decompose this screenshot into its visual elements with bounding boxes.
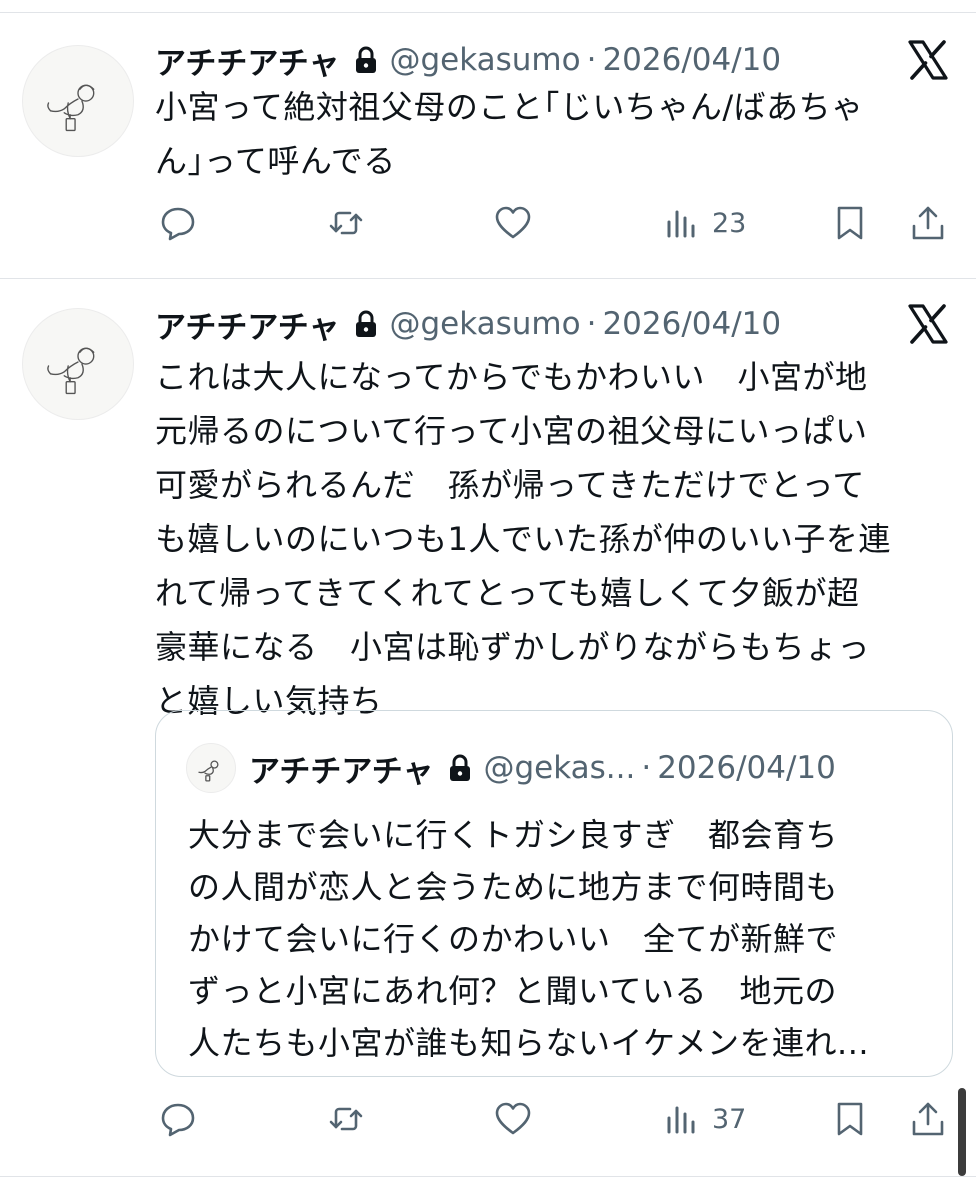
tweet-2[interactable]: アチチアチャ @gekasumo · 2026/04/10 これは大人になってか… (0, 0, 976, 1176)
quoted-tweet-header: アチチアチャ @gekas... · 2026/04/10 (249, 745, 836, 791)
text-line: 豪華になる 小宮は恥ずかしがりながらもちょっ (155, 628, 871, 666)
tweet-header: アチチアチャ @gekasumo · 2026/04/10 (155, 302, 781, 346)
quoted-author-handle: @gekas... (483, 750, 636, 786)
quoted-author-avatar (186, 743, 236, 793)
separator-dot: · (641, 750, 652, 786)
share-icon (912, 1102, 944, 1136)
bookmark-icon (837, 1102, 863, 1136)
avatar-sketch-image (47, 347, 95, 395)
text-line: かけて会いに行くのかわいい 全てが新鮮で (188, 920, 839, 958)
views-icon (667, 1106, 695, 1134)
like-icon (495, 1102, 531, 1135)
x-logo-icon[interactable] (906, 302, 950, 346)
quoted-author-name: アチチアチャ (249, 753, 434, 790)
text-line: れて帰ってきてくれてとっても嬉しくて夕飯が超 (155, 574, 860, 612)
avatar-sketch-image (198, 760, 219, 782)
action-bar: 37 (0, 1094, 976, 1144)
text-line: 人たちも小宮が誰も知らないイケメンを連れ... (188, 1024, 870, 1062)
scrollbar-thumb[interactable] (958, 1088, 966, 1176)
lock-icon (356, 310, 377, 337)
retweet-button[interactable] (327, 1094, 365, 1144)
quoted-tweet-date: 2026/04/10 (657, 750, 836, 786)
views-count: 37 (712, 1103, 747, 1135)
text-line: も嬉しいのにいつも1人でいた孫が仲のいい子を連 (155, 520, 891, 558)
bookmark-button[interactable] (831, 1094, 869, 1144)
text-line: 大分まで会いに行くトガシ良すぎ 都会育ち (188, 816, 839, 854)
share-button[interactable] (909, 1094, 947, 1144)
bottom-divider (0, 1176, 976, 1177)
tweet-date[interactable]: 2026/04/10 (602, 306, 781, 342)
reply-button[interactable] (159, 1094, 197, 1144)
views-button[interactable]: 37 (662, 1094, 746, 1144)
author-avatar[interactable] (22, 308, 134, 420)
tweet-text: これは大人になってからでもかわいい 小宮が地 元帰るのについて行って小宮の祖父母… (155, 350, 955, 728)
quoted-tweet[interactable]: アチチアチャ @gekas... · 2026/04/10 大分まで会いに行くト… (155, 710, 953, 1077)
text-line: 可愛がられるんだ 孫が帰ってきただけでとって (155, 466, 865, 504)
text-line: 元帰るのについて行って小宮の祖父母にいっぱい (155, 412, 868, 450)
text-line: ずっと小宮にあれ何？と聞いている 地元の (188, 972, 838, 1010)
lock-icon (450, 754, 471, 781)
author-name[interactable]: アチチアチャ (155, 302, 339, 347)
text-line: の人間が恋人と会うために地方まで何時間も (188, 868, 839, 906)
retweet-icon (329, 1107, 363, 1131)
author-handle[interactable]: @gekasumo (389, 306, 580, 342)
like-button[interactable] (494, 1094, 532, 1144)
separator-dot: · (586, 306, 597, 342)
text-line: これは大人になってからでもかわいい 小宮が地 (155, 358, 868, 396)
quoted-tweet-text: 大分まで会いに行くトガシ良すぎ 都会育ち の人間が恋人と会うために地方まで何時間… (188, 809, 928, 1069)
reply-icon (161, 1103, 195, 1137)
